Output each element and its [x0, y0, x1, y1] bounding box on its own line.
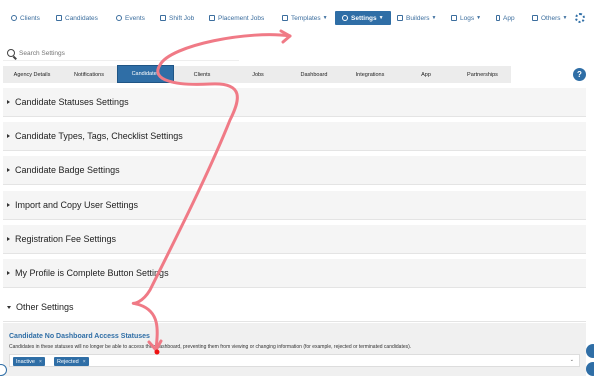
nav-placement-jobs[interactable]: Placement Jobs [209, 10, 264, 26]
chevron-down-icon: ▼ [476, 15, 482, 21]
events-icon [116, 15, 122, 21]
tab-integrations[interactable]: Integrations [342, 66, 398, 83]
remove-icon[interactable]: × [39, 359, 42, 365]
status-chip[interactable]: Inactive × [13, 357, 45, 366]
arrow-head [279, 29, 292, 44]
logs-icon [451, 15, 457, 21]
nav-others[interactable]: Others ▼ [532, 10, 567, 26]
nav-shift-job[interactable]: Shift Job [160, 10, 194, 26]
nav-candidates-label: Candidates [65, 14, 98, 22]
others-icon [532, 15, 538, 21]
nav-events[interactable]: Events [116, 10, 145, 26]
panel-title: Candidate No Dashboard Access Statuses [9, 333, 150, 340]
section-title: Candidate Types, Tags, Checklist Setting… [15, 131, 183, 141]
search-input[interactable] [19, 49, 219, 57]
caret-down-icon [7, 305, 11, 309]
mobile-icon [496, 15, 500, 21]
nav-app[interactable]: App [496, 10, 515, 26]
section-candidate-types[interactable]: Candidate Types, Tags, Checklist Setting… [3, 122, 586, 151]
tab-agency-details[interactable]: Agency Details [3, 66, 61, 83]
section-profile-complete[interactable]: My Profile is Complete Button Settings [3, 259, 586, 288]
status-multiselect[interactable]: Inactive × Rejected × ⌄ [9, 354, 580, 367]
nav-app-label: App [503, 14, 515, 22]
section-registration-fee[interactable]: Registration Fee Settings [3, 225, 586, 254]
chevron-down-icon: ▼ [378, 15, 384, 21]
nav-settings-label: Settings [351, 14, 377, 22]
chevron-down-icon: ▼ [562, 15, 568, 21]
settings-tabs: Agency Details Notifications Candidates … [3, 65, 511, 83]
nav-placement-jobs-label: Placement Jobs [218, 14, 265, 22]
folder-icon [397, 15, 403, 21]
section-title: My Profile is Complete Button Settings [15, 268, 169, 278]
nav-settings[interactable]: Settings ▼ [335, 11, 391, 25]
caret-right-icon [7, 100, 10, 104]
top-navigation: Clients Candidates Events Shift Job Plac… [0, 10, 594, 26]
nav-logs-label: Logs [460, 14, 475, 22]
caret-right-icon [7, 168, 10, 172]
nav-shift-job-label: Shift Job [169, 14, 195, 22]
nav-templates[interactable]: Templates ▼ [282, 10, 328, 26]
search-icon [7, 49, 15, 57]
search-bar [3, 46, 239, 61]
template-icon [282, 15, 288, 21]
status-chip[interactable]: Rejected × [54, 357, 89, 366]
section-candidate-badge[interactable]: Candidate Badge Settings [3, 156, 586, 185]
section-candidate-statuses[interactable]: Candidate Statuses Settings [3, 88, 586, 117]
briefcase-icon [209, 15, 215, 21]
tab-partnerships[interactable]: Partnerships [454, 66, 511, 83]
chevron-down-icon: ▼ [431, 15, 437, 21]
tab-jobs[interactable]: Jobs [230, 66, 286, 83]
nav-clients[interactable]: Clients [11, 10, 40, 26]
section-title: Registration Fee Settings [15, 234, 117, 244]
tab-notifications[interactable]: Notifications [61, 66, 117, 83]
gear-icon[interactable] [575, 13, 585, 23]
section-title: Import and Copy User Settings [15, 200, 139, 210]
candidates-icon [56, 15, 62, 21]
other-settings-panel: Candidate No Dashboard Access Statuses C… [3, 323, 586, 376]
chip-label: Rejected [57, 358, 79, 365]
tab-clients[interactable]: Clients [174, 66, 230, 83]
tab-app[interactable]: App [398, 66, 454, 83]
panel-description: Candidates in these statuses will no lon… [9, 344, 412, 350]
chevron-down-icon: ▼ [322, 15, 328, 21]
nav-builders[interactable]: Builders ▼ [397, 10, 436, 26]
nav-events-label: Events [125, 14, 145, 22]
caret-right-icon [7, 271, 10, 275]
nav-others-label: Others [541, 14, 561, 22]
chip-label: Inactive [16, 358, 35, 365]
tab-candidates[interactable]: Candidates [117, 65, 174, 83]
nav-candidates[interactable]: Candidates [56, 10, 98, 26]
nav-clients-label: Clients [20, 14, 40, 22]
gear-icon [342, 15, 348, 21]
section-other-settings[interactable]: Other Settings [3, 293, 586, 322]
section-import-copy[interactable]: Import and Copy User Settings [3, 191, 586, 220]
caret-right-icon [7, 237, 10, 241]
check-icon[interactable] [586, 344, 594, 358]
help-bubble-icon[interactable] [586, 362, 594, 376]
nav-builders-label: Builders [406, 14, 430, 22]
clients-icon [11, 15, 17, 21]
help-icon[interactable]: ? [573, 68, 586, 81]
nav-templates-label: Templates [291, 14, 321, 22]
caret-right-icon [7, 203, 10, 207]
calendar-icon [160, 15, 166, 21]
section-title: Candidate Statuses Settings [15, 97, 129, 107]
chevron-down-icon[interactable]: ⌄ [570, 357, 574, 363]
nav-logs[interactable]: Logs ▼ [451, 10, 481, 26]
caret-right-icon [7, 134, 10, 138]
remove-icon[interactable]: × [83, 359, 86, 365]
section-title: Other Settings [16, 302, 74, 312]
tab-dashboard[interactable]: Dashboard [286, 66, 342, 83]
section-title: Candidate Badge Settings [15, 165, 120, 175]
